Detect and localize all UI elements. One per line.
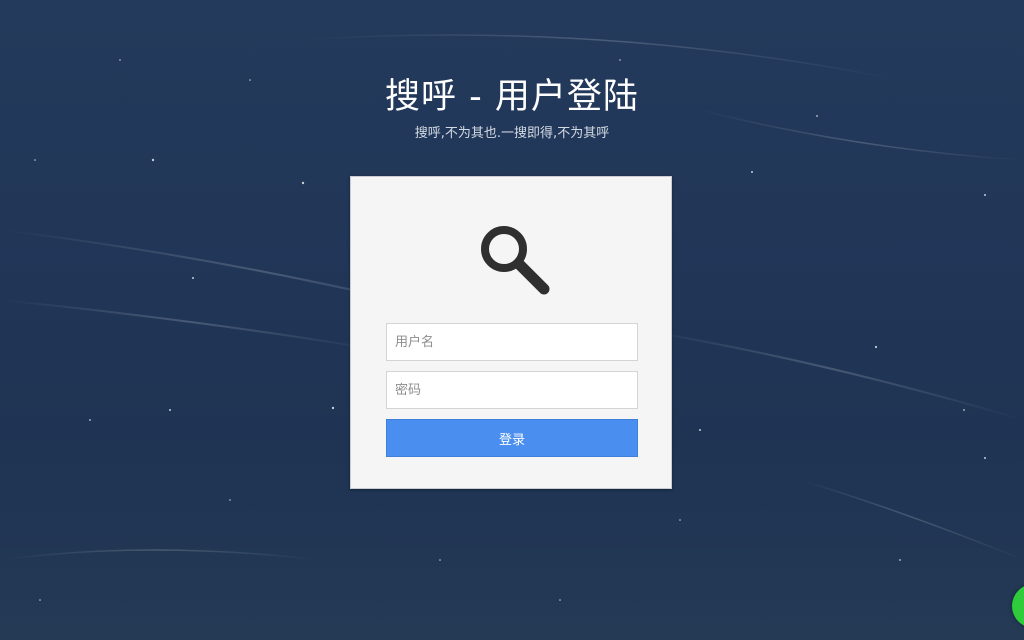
login-card: 登录 [350,176,672,489]
page-title: 搜呼 - 用户登陆 [385,77,639,117]
page-header: 搜呼 - 用户登陆 搜呼,不为其也.一搜即得,不为其呼 [0,74,1024,142]
magnifier-icon [474,217,554,297]
login-button[interactable]: 登录 [386,419,638,457]
password-input[interactable] [386,371,638,409]
username-input[interactable] [386,323,638,361]
page-subtitle: 搜呼,不为其也.一搜即得,不为其呼 [414,126,610,141]
